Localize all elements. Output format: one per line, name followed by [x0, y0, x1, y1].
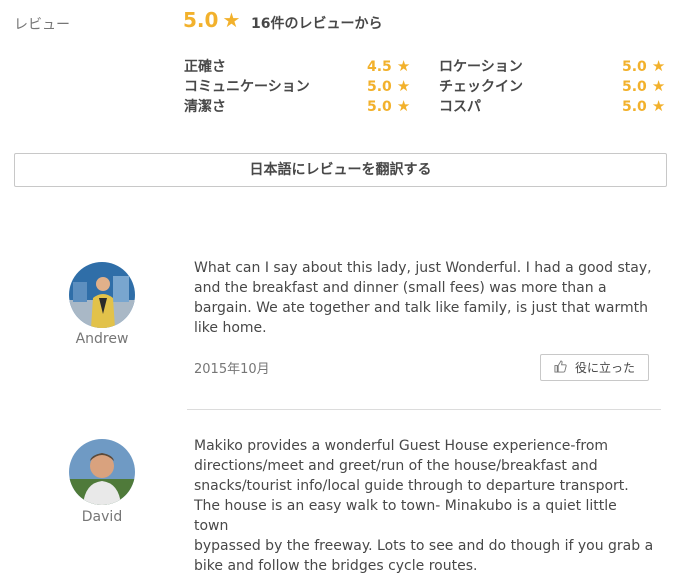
category-score-communication: 5.0 ★	[367, 76, 410, 95]
review-line: The house is an easy walk to town- Minak…	[194, 498, 617, 534]
helpful-label: 役に立った	[574, 361, 635, 375]
star-icon: ★	[396, 77, 411, 95]
review-line: and the breakfast and dinner (small fees…	[194, 280, 607, 296]
overall-rating: 5.0 ★	[183, 8, 240, 32]
avatar-andrew[interactable]	[69, 262, 135, 328]
category-score-accuracy: 4.5 ★	[367, 56, 410, 75]
review-line: bargain. We ate together and talk like f…	[194, 300, 648, 316]
category-score-value: 5.0	[367, 79, 392, 95]
category-name-communication: コミュニケーション	[184, 79, 310, 95]
star-icon: ★	[651, 57, 666, 75]
category-name-location: ロケーション	[439, 59, 523, 75]
helpful-button[interactable]: 役に立った	[540, 354, 649, 381]
review-date: 2015年10月	[194, 362, 270, 377]
review-line: What can I say about this lady, just Won…	[194, 260, 652, 276]
star-icon: ★	[651, 77, 666, 95]
overall-score: 5.0	[183, 8, 219, 32]
review-body: Makiko provides a wonderful Guest House …	[194, 436, 654, 576]
review-count: 16件のレビューから	[251, 16, 383, 32]
category-score-value: 5.0	[367, 99, 392, 115]
avatar-image	[69, 262, 135, 328]
review-divider	[187, 409, 661, 410]
category-name-checkin: チェックイン	[439, 79, 523, 95]
thumbs-up-icon	[554, 359, 567, 376]
review-line: snacks/tourist info/local guide through …	[194, 478, 629, 494]
star-icon: ★	[222, 8, 241, 32]
category-score-value: 5.0	[622, 79, 647, 95]
translate-reviews-button[interactable]: 日本語にレビューを翻訳する	[14, 153, 667, 187]
category-score-checkin: 5.0 ★	[622, 76, 665, 95]
avatar-image	[69, 439, 135, 505]
avatar-david[interactable]	[69, 439, 135, 505]
review-line: Makiko provides a wonderful Guest House …	[194, 438, 609, 454]
review-body: What can I say about this lady, just Won…	[194, 258, 654, 338]
category-score-cleanliness: 5.0 ★	[367, 96, 410, 115]
category-score-location: 5.0 ★	[622, 56, 665, 75]
star-icon: ★	[396, 97, 411, 115]
reviews-section-label: レビュー	[14, 17, 70, 33]
star-icon: ★	[396, 57, 411, 75]
review-line: bike and follow the bridges cycle routes…	[194, 558, 478, 574]
category-name-cleanliness: 清潔さ	[184, 99, 226, 115]
category-score-value: 5.0	[622, 59, 647, 75]
category-name-value: コスパ	[439, 99, 481, 115]
category-score-value: 4.5	[367, 59, 392, 75]
review-line: bypassed by the freeway. Lots to see and…	[194, 538, 654, 554]
review-line: directions/meet and greet/run of the hou…	[194, 458, 598, 474]
reviewer-name[interactable]: David	[62, 509, 142, 525]
reviewer-name[interactable]: Andrew	[62, 331, 142, 347]
review-line: like home.	[194, 320, 267, 336]
category-score-value: 5.0	[622, 99, 647, 115]
category-score-value-for-money: 5.0 ★	[622, 96, 665, 115]
star-icon: ★	[651, 97, 666, 115]
category-name-accuracy: 正確さ	[184, 59, 226, 75]
